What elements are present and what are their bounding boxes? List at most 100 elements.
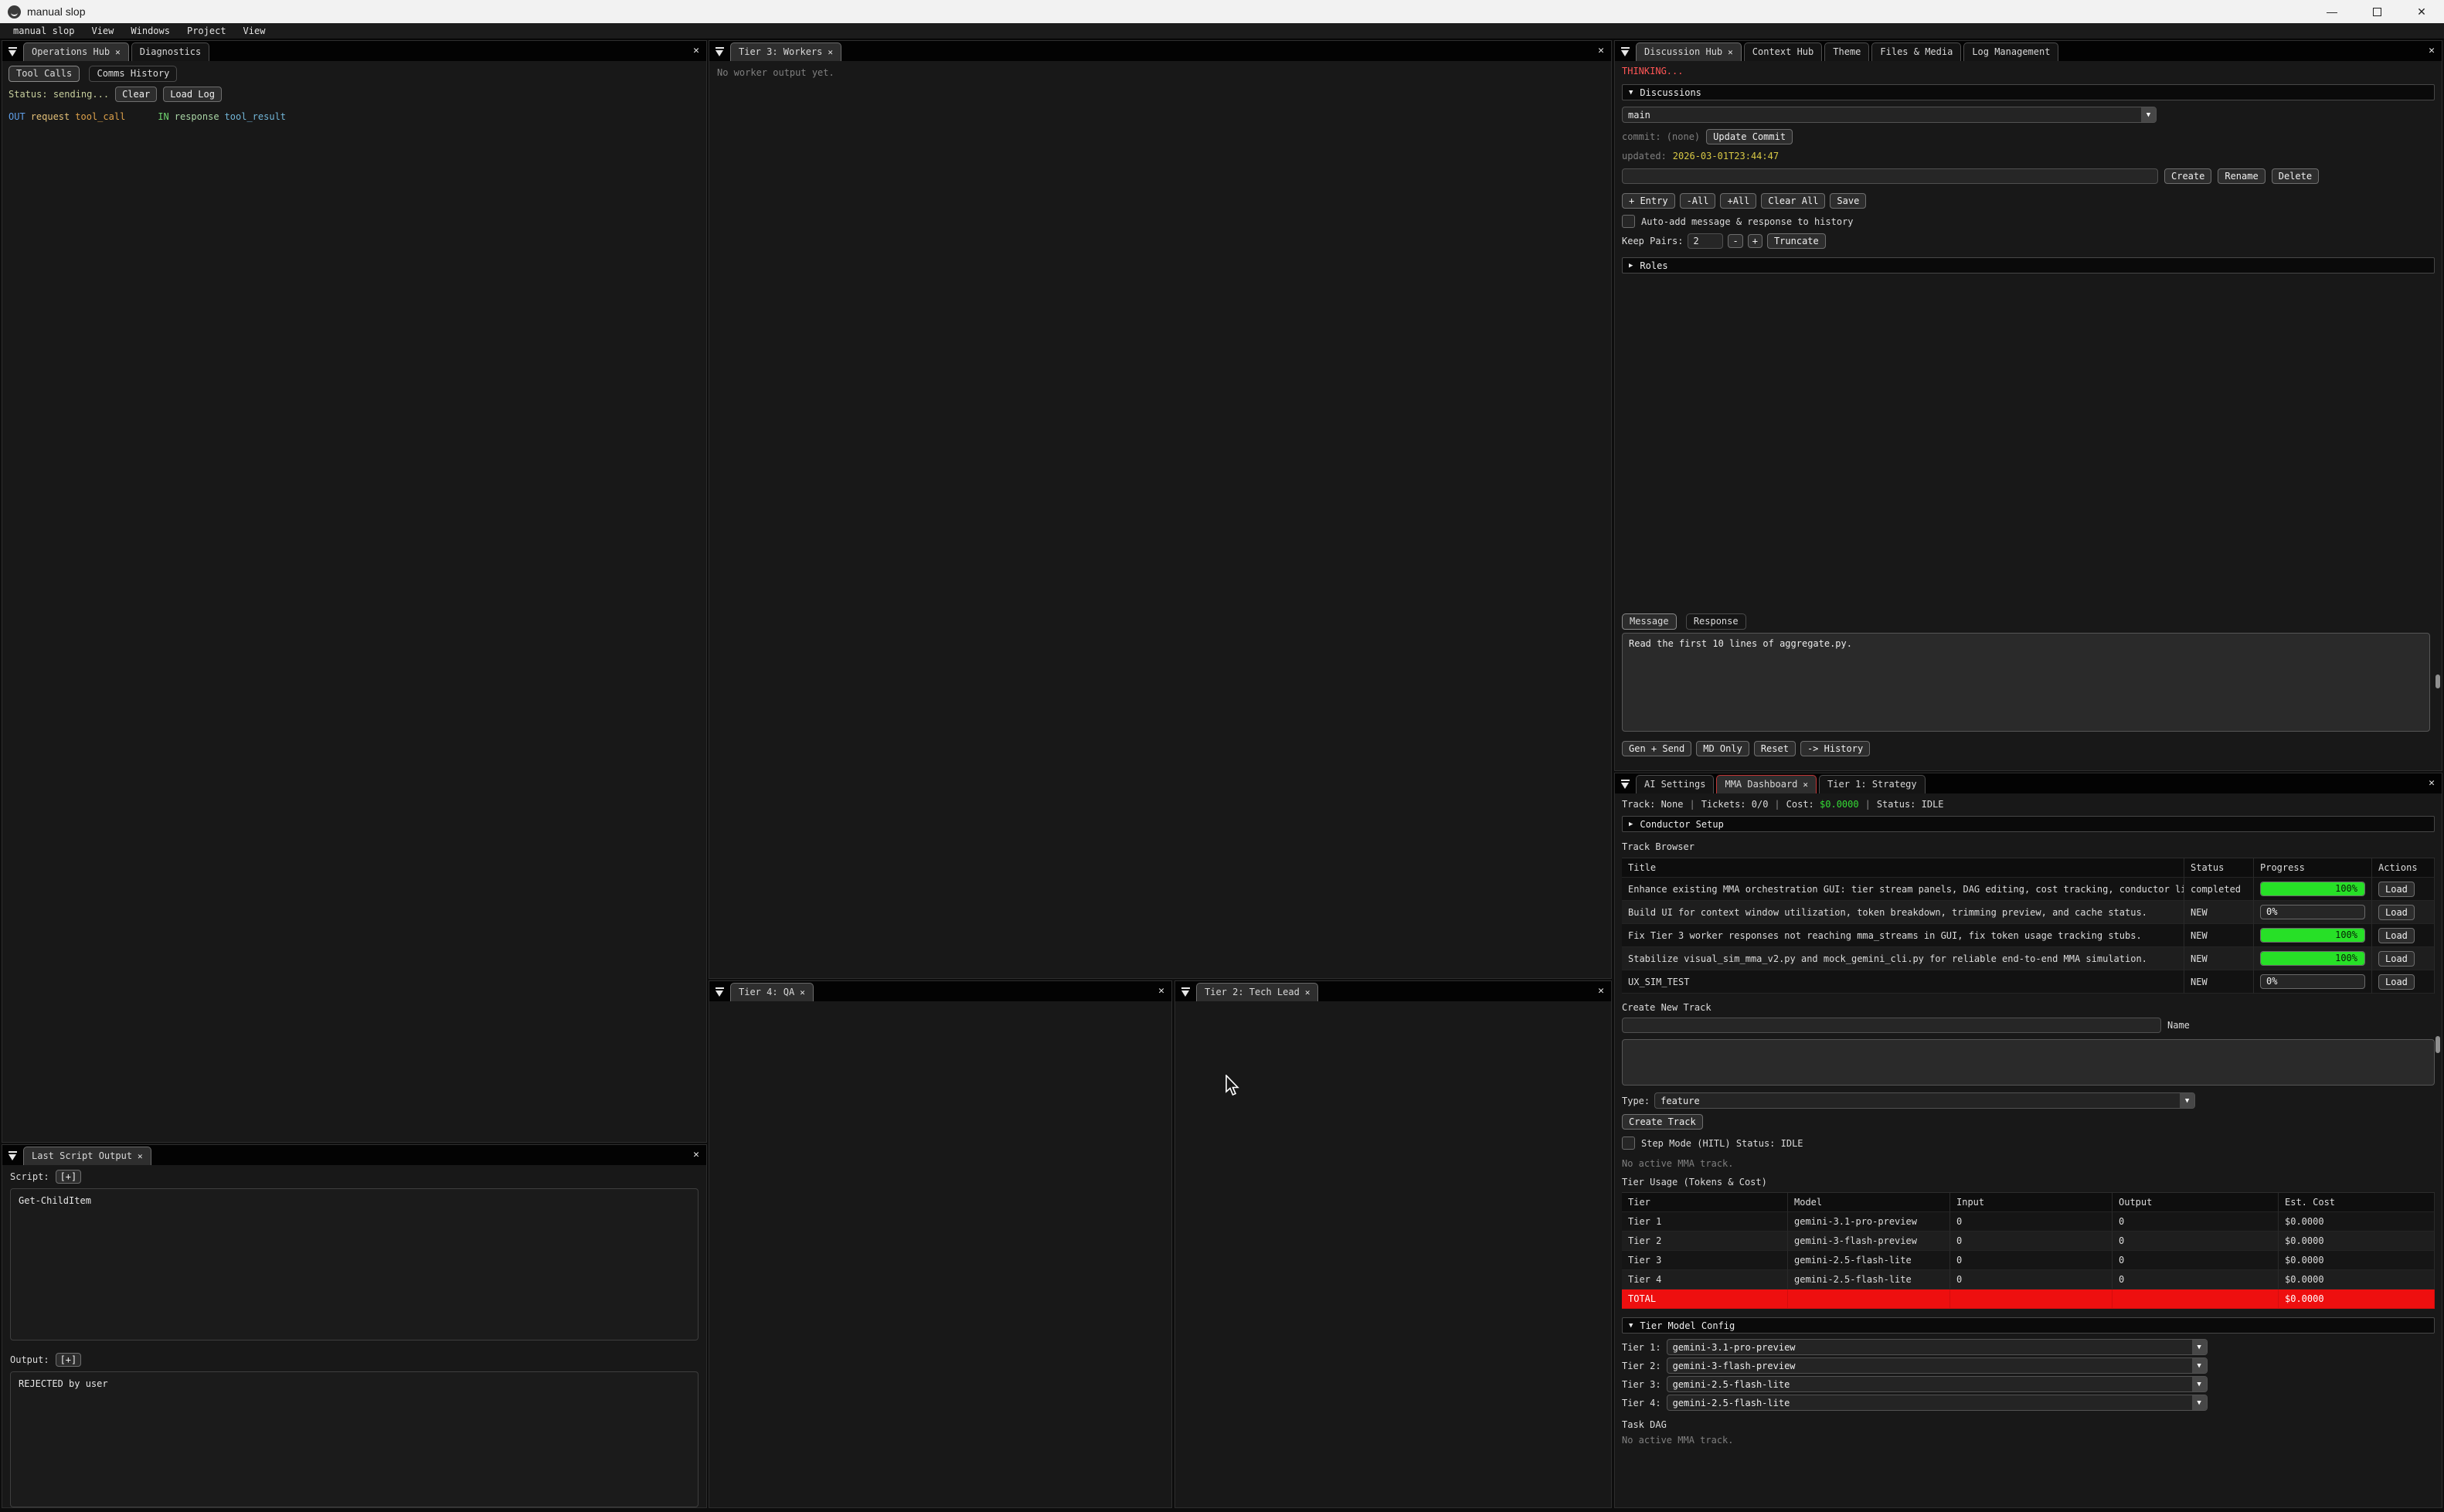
- clear-button[interactable]: Clear: [115, 87, 157, 102]
- dock-menu-icon[interactable]: [715, 987, 726, 997]
- tier4-model-select[interactable]: gemini-2.5-flash-lite ▼: [1667, 1395, 2208, 1411]
- track-title[interactable]: UX_SIM_TEST: [1622, 970, 2184, 994]
- reset-button[interactable]: Reset: [1754, 741, 1796, 756]
- output-text-box[interactable]: REJECTED by user: [10, 1371, 699, 1507]
- tab-message[interactable]: Message: [1622, 613, 1677, 630]
- dock-menu-icon[interactable]: [1181, 987, 1191, 997]
- subtab-comms-history[interactable]: Comms History: [89, 66, 177, 82]
- discussions-collapsible-header[interactable]: ▼ Discussions: [1622, 84, 2435, 100]
- tab-tier4-qa[interactable]: Tier 4: QA ✕: [730, 983, 814, 1001]
- new-track-name-input[interactable]: [1622, 1018, 2161, 1033]
- track-title[interactable]: Fix Tier 3 worker responses not reaching…: [1622, 924, 2184, 947]
- menu-view[interactable]: View: [83, 25, 122, 36]
- track-title[interactable]: Build UI for context window utilization,…: [1622, 901, 2184, 924]
- subtab-tool-calls[interactable]: Tool Calls: [8, 66, 80, 82]
- truncate-button[interactable]: Truncate: [1767, 233, 1826, 249]
- conductor-setup-collapsible-header[interactable]: ▶ Conductor Setup: [1622, 816, 2435, 832]
- step-mode-checkbox[interactable]: [1622, 1137, 1635, 1150]
- panel-close-icon[interactable]: ✕: [693, 1149, 699, 1160]
- new-track-description-textarea[interactable]: [1622, 1039, 2435, 1086]
- col-header: Title: [1622, 858, 2184, 878]
- load-track-button[interactable]: Load: [2378, 974, 2415, 990]
- menu-view-2[interactable]: View: [235, 25, 274, 36]
- panel-close-icon[interactable]: ✕: [693, 45, 699, 56]
- add-entry-button[interactable]: + Entry: [1622, 193, 1675, 209]
- tier1-model-select[interactable]: gemini-3.1-pro-preview ▼: [1667, 1339, 2208, 1355]
- dock-menu-icon[interactable]: [1620, 47, 1631, 57]
- keep-pairs-input[interactable]: 2: [1688, 233, 1723, 249]
- dock-menu-icon[interactable]: [715, 47, 726, 57]
- menu-windows[interactable]: Windows: [122, 25, 178, 36]
- dock-menu-icon[interactable]: [1620, 780, 1631, 790]
- save-button[interactable]: Save: [1830, 193, 1866, 209]
- autoadd-checkbox[interactable]: [1622, 215, 1635, 228]
- tab-close-icon[interactable]: ✕: [115, 47, 121, 57]
- panel-close-icon[interactable]: ✕: [1598, 985, 1604, 997]
- tab-files-media[interactable]: Files & Media: [1871, 42, 1961, 61]
- update-commit-button[interactable]: Update Commit: [1706, 129, 1793, 144]
- create-track-button[interactable]: Create Track: [1622, 1114, 1703, 1130]
- menu-project[interactable]: Project: [178, 25, 235, 36]
- tab-log-management[interactable]: Log Management: [1963, 42, 2058, 61]
- collapse-all-button[interactable]: -All: [1680, 193, 1716, 209]
- close-button[interactable]: ✕: [2399, 0, 2444, 23]
- panel-close-icon[interactable]: ✕: [1158, 985, 1164, 997]
- load-track-button[interactable]: Load: [2378, 951, 2415, 967]
- discussion-select[interactable]: main ▼: [1622, 107, 2157, 123]
- tab-close-icon[interactable]: ✕: [800, 987, 805, 997]
- script-text-box[interactable]: Get-ChildItem: [10, 1188, 699, 1340]
- track-title[interactable]: Stabilize visual_sim_mma_v2.py and mock_…: [1622, 947, 2184, 970]
- roles-collapsible-header[interactable]: ▶ Roles: [1622, 257, 2435, 274]
- create-button[interactable]: Create: [2164, 168, 2211, 184]
- load-log-button[interactable]: Load Log: [163, 87, 222, 102]
- message-textarea[interactable]: Read the first 10 lines of aggregate.py.: [1622, 633, 2430, 732]
- tier3-model-select[interactable]: gemini-2.5-flash-lite ▼: [1667, 1376, 2208, 1392]
- panel-close-icon[interactable]: ✕: [2429, 45, 2435, 56]
- output-expand-button[interactable]: [+]: [56, 1353, 82, 1367]
- tier-model-config-collapsible-header[interactable]: ▼ Tier Model Config: [1622, 1317, 2435, 1334]
- gen-send-button[interactable]: Gen + Send: [1622, 741, 1691, 756]
- keep-pairs-increment-button[interactable]: +: [1748, 234, 1762, 248]
- discussion-name-input[interactable]: [1622, 168, 2158, 184]
- clear-all-button[interactable]: Clear All: [1761, 193, 1825, 209]
- menu-manual-slop[interactable]: manual slop: [5, 25, 83, 36]
- tab-close-icon[interactable]: ✕: [1803, 780, 1808, 790]
- dock-menu-icon[interactable]: [8, 47, 19, 57]
- load-track-button[interactable]: Load: [2378, 928, 2415, 943]
- track-type-select[interactable]: feature ▼: [1654, 1092, 2195, 1109]
- load-track-button[interactable]: Load: [2378, 882, 2415, 897]
- tab-close-icon[interactable]: ✕: [828, 47, 833, 57]
- tab-ai-settings[interactable]: AI Settings: [1636, 775, 1714, 793]
- dock-menu-icon[interactable]: [8, 1151, 19, 1161]
- tab-discussion-hub[interactable]: Discussion Hub ✕: [1636, 42, 1742, 61]
- script-expand-button[interactable]: [+]: [56, 1170, 82, 1184]
- tab-tier1-strategy[interactable]: Tier 1: Strategy: [1819, 775, 1926, 793]
- tab-close-icon[interactable]: ✕: [138, 1151, 143, 1161]
- maximize-button[interactable]: [2354, 0, 2399, 23]
- minimize-button[interactable]: —: [2310, 0, 2354, 23]
- scrollbar-thumb[interactable]: [2436, 674, 2440, 688]
- tab-theme[interactable]: Theme: [1824, 42, 1869, 61]
- tab-response[interactable]: Response: [1686, 613, 1746, 630]
- tier2-model-select[interactable]: gemini-3-flash-preview ▼: [1667, 1357, 2208, 1374]
- tab-close-icon[interactable]: ✕: [1305, 987, 1310, 997]
- panel-close-icon[interactable]: ✕: [1598, 45, 1604, 56]
- delete-button[interactable]: Delete: [2272, 168, 2319, 184]
- tab-context-hub[interactable]: Context Hub: [1744, 42, 1822, 61]
- tab-last-script-output[interactable]: Last Script Output ✕: [23, 1147, 151, 1165]
- rename-button[interactable]: Rename: [2218, 168, 2265, 184]
- to-history-button[interactable]: -> History: [1800, 741, 1870, 756]
- md-only-button[interactable]: MD Only: [1696, 741, 1749, 756]
- tab-close-icon[interactable]: ✕: [1728, 47, 1733, 57]
- tab-tier3-workers[interactable]: Tier 3: Workers ✕: [730, 42, 841, 61]
- keep-pairs-decrement-button[interactable]: -: [1728, 234, 1742, 248]
- tab-mma-dashboard[interactable]: MMA Dashboard ✕: [1716, 775, 1817, 793]
- panel-close-icon[interactable]: ✕: [2429, 777, 2435, 789]
- expand-all-button[interactable]: +All: [1720, 193, 1756, 209]
- tab-diagnostics[interactable]: Diagnostics: [131, 42, 209, 61]
- tab-operations-hub[interactable]: Operations Hub ✕: [23, 42, 129, 61]
- track-title[interactable]: Enhance existing MMA orchestration GUI: …: [1622, 878, 2184, 901]
- load-track-button[interactable]: Load: [2378, 905, 2415, 920]
- scrollbar-thumb[interactable]: [2436, 1036, 2440, 1053]
- tab-tier2-tech-lead[interactable]: Tier 2: Tech Lead ✕: [1196, 983, 1318, 1001]
